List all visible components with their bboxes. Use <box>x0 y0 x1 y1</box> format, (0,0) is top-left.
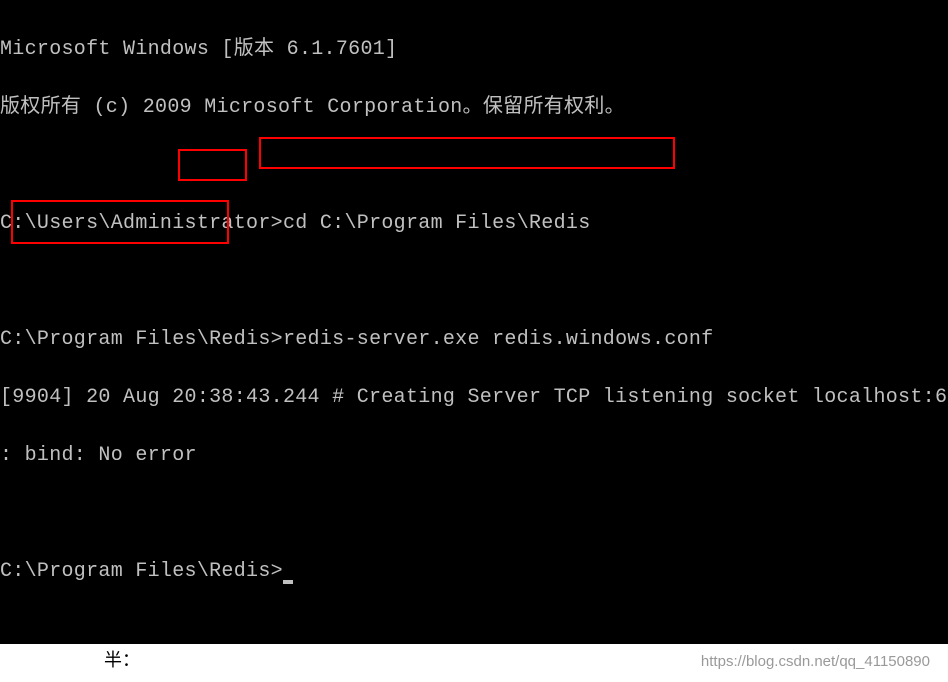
version-line: Microsoft Windows [版本 6.1.7601] <box>0 35 948 64</box>
redis-server-command: redis-server.exe redis.windows.conf <box>283 328 714 351</box>
footer-partial-text: 半： <box>100 646 144 672</box>
terminal-output[interactable]: Microsoft Windows [版本 6.1.7601] 版权所有 (c)… <box>0 6 948 615</box>
prompt-redis-current: C:\Program Files\Redis> <box>0 560 283 583</box>
blank-line <box>0 151 948 180</box>
copyright-line: 版权所有 (c) 2009 Microsoft Corporation。保留所有… <box>0 93 948 122</box>
cd-command: cd C:\Program Files\Redis <box>283 212 591 235</box>
prompt-redis: C:\Program Files\Redis> <box>0 328 283 351</box>
redis-command-line: C:\Program Files\Redis>redis-server.exe … <box>0 325 948 354</box>
watermark-text: https://blog.csdn.net/qq_41150890 <box>701 653 930 670</box>
cursor-icon <box>283 580 293 584</box>
bind-error-line: : bind: No error <box>0 441 948 470</box>
log-output-line: [9904] 20 Aug 20:38:43.244 # Creating Se… <box>0 383 948 412</box>
blank-line <box>0 499 948 528</box>
blank-line <box>0 267 948 296</box>
prompt-users: C:\Users\Administrator> <box>0 212 283 235</box>
current-prompt-line[interactable]: C:\Program Files\Redis> <box>0 557 948 586</box>
cd-command-line: C:\Users\Administrator>cd C:\Program Fil… <box>0 209 948 238</box>
